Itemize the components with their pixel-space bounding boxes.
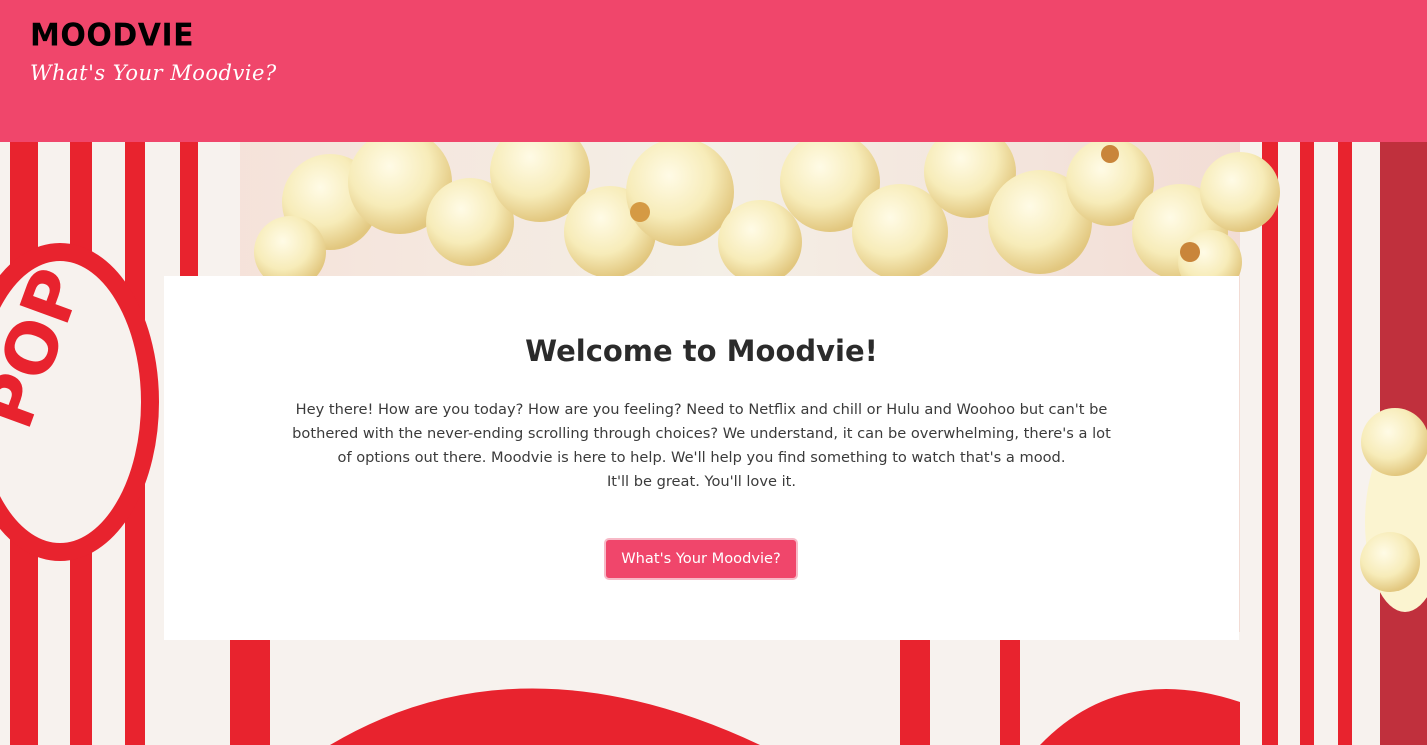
tagline: What's Your Moodvie? <box>30 61 277 85</box>
site-header: MOODVIE What's Your Moodvie? <box>0 0 1427 142</box>
welcome-card: Welcome to Moodvie! Hey there! How are y… <box>164 276 1239 640</box>
brand-logo[interactable]: MOODVIE <box>30 17 194 54</box>
welcome-body-paragraph: Hey there! How are you today? How are yo… <box>292 401 1111 466</box>
welcome-body: Hey there! How are you today? How are yo… <box>284 398 1119 494</box>
bottom-popcorn-box <box>160 632 1240 745</box>
whats-your-moodvie-button[interactable]: What's Your Moodvie? <box>604 538 798 580</box>
welcome-title: Welcome to Moodvie! <box>525 334 878 368</box>
welcome-body-closing: It'll be great. You'll love it. <box>606 473 797 490</box>
